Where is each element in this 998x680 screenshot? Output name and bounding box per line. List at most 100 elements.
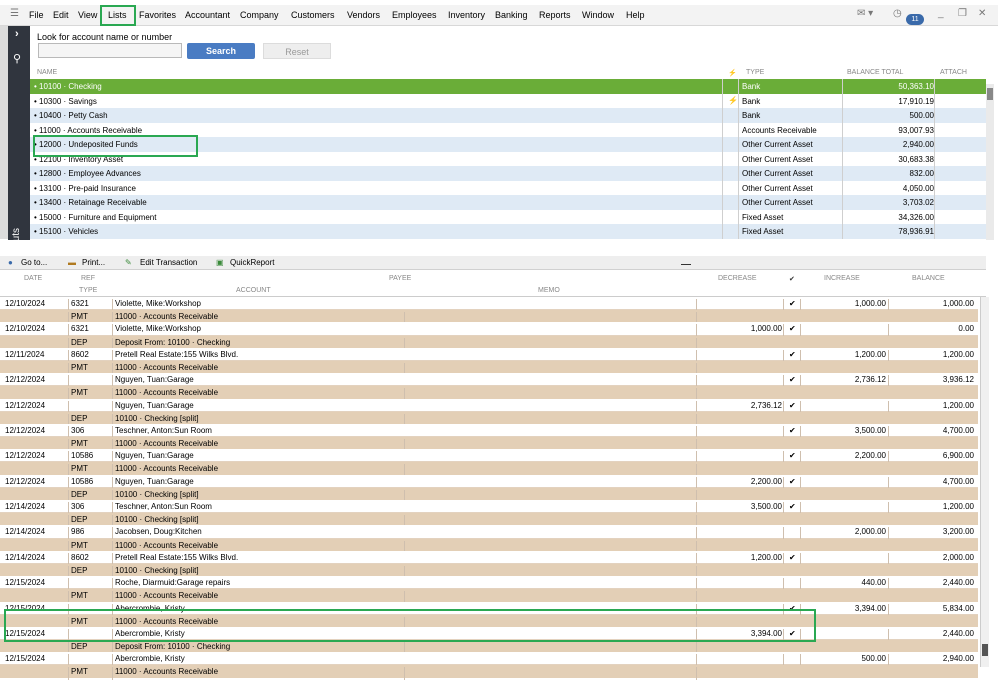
transaction-detail-row[interactable]: DEP 10100 · Checking [split]	[0, 487, 978, 502]
account-row[interactable]: • 13400 · Retainage Receivable Other Curr…	[30, 195, 986, 210]
menu-help[interactable]: Help	[626, 10, 645, 20]
transaction-row[interactable]: 12/12/2024 Nguyen, Tuan:Garage ✔ 2,736.12 3,…	[0, 373, 978, 388]
account-name-text: 15100 · Vehicles	[39, 227, 99, 236]
transaction-detail-row[interactable]: PMT 11000 · Accounts Receivable	[0, 538, 978, 553]
account-row[interactable]: • 13100 · Pre-paid Insurance Other Curren…	[30, 180, 986, 195]
header-payee[interactable]: PAYEE	[389, 275, 411, 282]
cleared-check-icon[interactable]: ✔	[789, 350, 796, 359]
tx-account: 10100 · Checking [split]	[115, 515, 199, 525]
chevron-right-icon[interactable]: ›	[15, 28, 19, 40]
accounts-list: • 10100 · Checking Bank 50,363.10 • 10300 ·…	[30, 79, 986, 239]
cleared-check-icon[interactable]: ✔	[789, 375, 796, 384]
scroll-thumb[interactable]	[982, 644, 988, 656]
transaction-detail-row[interactable]: PMT 11000 · Accounts Receivable	[0, 462, 978, 477]
menu-file[interactable]: File	[29, 10, 44, 20]
account-row[interactable]: • 15100 · Vehicles Fixed Asset 78,936.91	[30, 224, 986, 239]
cleared-check-icon[interactable]: ✔	[789, 451, 796, 460]
transaction-row[interactable]: 12/10/2024 6321 Violette, Mike:Workshop ✔ 1,…	[0, 297, 978, 312]
cleared-check-icon[interactable]: ✔	[789, 553, 796, 562]
menu-edit[interactable]: Edit	[53, 10, 69, 20]
cleared-check-icon[interactable]: ✔	[789, 426, 796, 435]
online-banking-icon[interactable]: ⚡	[728, 96, 738, 105]
header-ref[interactable]: REF	[81, 275, 95, 282]
header-decrease[interactable]: DECREASE	[718, 275, 757, 282]
header-attach[interactable]: ATTACH	[940, 69, 967, 76]
transaction-row[interactable]: 12/14/2024 8602 Pretell Real Estate:155 Wi…	[0, 550, 978, 565]
transaction-row[interactable]: 12/14/2024 986 Jacobsen, Doug:Kitchen 2,000…	[0, 525, 978, 540]
transaction-row[interactable]: 12/12/2024 306 Teschner, Anton:Sun Room ✔ 3,…	[0, 423, 978, 439]
cleared-check-icon[interactable]: ✔	[789, 324, 796, 333]
account-row[interactable]: • 10100 · Checking Bank 50,363.10	[30, 79, 986, 94]
transaction-detail-row[interactable]: DEP Deposit From: 10100 · Checking	[0, 335, 978, 350]
account-row[interactable]: • 10300 · Savings ⚡ Bank 17,910.19	[30, 93, 986, 108]
search-button[interactable]: Search	[187, 43, 255, 59]
cleared-check-icon[interactable]: ✔	[789, 477, 796, 486]
quickreport-button[interactable]: QuickReport	[230, 258, 274, 267]
menu-reports[interactable]: Reports	[539, 10, 571, 20]
notifications-icon[interactable]: ✉ ▾	[857, 8, 873, 19]
edit-transaction-icon[interactable]: ✎	[125, 258, 132, 267]
register-scrollbar[interactable]	[980, 297, 989, 667]
transaction-detail-row[interactable]: PMT 11000 · Accounts Receivable	[0, 437, 978, 452]
account-row[interactable]: • 15000 · Furniture and Equipment Fixed A…	[30, 209, 986, 224]
print-icon[interactable]: ▬	[68, 258, 76, 267]
account-row[interactable]: • 12800 · Employee Advances Other Current…	[30, 166, 986, 181]
menu-window[interactable]: Window	[582, 10, 614, 20]
search-input[interactable]	[38, 43, 182, 58]
transaction-detail-row[interactable]: DEP 10100 · Checking [split]	[0, 513, 978, 528]
cleared-check-icon[interactable]: ✔	[789, 401, 796, 410]
accounts-scrollbar[interactable]	[986, 84, 994, 240]
quickreport-icon[interactable]: ▣	[216, 258, 224, 267]
reminders-icon[interactable]: ◷	[893, 8, 902, 19]
divider-handle[interactable]	[681, 264, 691, 265]
transaction-detail-row[interactable]: PMT 11000 · Accounts Receivable	[0, 360, 978, 376]
menu-customers[interactable]: Customers	[291, 10, 335, 20]
header-type[interactable]: TYPE	[746, 69, 764, 76]
transaction-detail-row[interactable]: DEP 10100 · Checking [split]	[0, 563, 978, 579]
menu-vendors[interactable]: Vendors	[347, 10, 380, 20]
header-memo[interactable]: MEMO	[538, 287, 560, 294]
menu-employees[interactable]: Employees	[392, 10, 437, 20]
transaction-detail-row[interactable]: PMT 11000 · Accounts Receivable	[0, 310, 978, 325]
account-row[interactable]: • 10400 · Petty Cash Bank 500.00	[30, 108, 986, 123]
goto-icon[interactable]: ●	[8, 258, 13, 267]
restore-icon[interactable]: ❐	[958, 8, 967, 19]
header-increase[interactable]: INCREASE	[824, 275, 860, 282]
menu-favorites[interactable]: Favorites	[139, 10, 176, 20]
cleared-check-icon[interactable]: ✔	[789, 299, 796, 308]
shortcuts-label[interactable]: ortcuts	[11, 228, 22, 258]
transaction-row[interactable]: 12/12/2024 10586 Nguyen, Tuan:Garage ✔ 2,200…	[0, 449, 978, 464]
minimize-icon[interactable]: _	[938, 8, 944, 19]
reset-button[interactable]: Reset	[263, 43, 331, 59]
print-button[interactable]: Print...	[82, 258, 105, 267]
transaction-row[interactable]: 12/15/2024 Abercrombie, Kristy 500.00 2,940…	[0, 652, 978, 667]
search-icon[interactable]: ⚲	[13, 52, 21, 65]
transaction-row[interactable]: 12/12/2024 10586 Nguyen, Tuan:Garage 2,200.…	[0, 474, 978, 489]
header-account[interactable]: ACCOUNT	[236, 287, 271, 294]
edit-transaction-button[interactable]: Edit Transaction	[140, 258, 197, 267]
cleared-check-icon[interactable]: ✔	[789, 502, 796, 511]
menu-view[interactable]: View	[78, 10, 97, 20]
transaction-row[interactable]: 12/10/2024 6321 Violette, Mike:Workshop 1,0…	[0, 322, 978, 337]
transaction-row[interactable]: 12/15/2024 Roche, Diarmuid:Garage repairs…	[0, 576, 978, 591]
transaction-row[interactable]: 12/12/2024 Nguyen, Tuan:Garage 2,736.12 ✔ 1,…	[0, 398, 978, 413]
menu-company[interactable]: Company	[240, 10, 279, 20]
app-menu-icon[interactable]: ☰	[10, 8, 19, 19]
goto-button[interactable]: Go to...	[21, 258, 47, 267]
account-name-text: 15000 · Furniture and Equipment	[39, 212, 157, 222]
scroll-thumb[interactable]	[987, 88, 993, 100]
header-name[interactable]: NAME	[37, 69, 57, 76]
transaction-detail-row[interactable]: PMT 11000 · Accounts Receivable	[0, 589, 978, 604]
transaction-detail-row[interactable]: DEP 10100 · Checking [split]	[0, 411, 978, 426]
menu-inventory[interactable]: Inventory	[448, 10, 485, 20]
transaction-row[interactable]: 12/11/2024 8602 Pretell Real Estate:155 Wi…	[0, 347, 978, 362]
header-date[interactable]: DATE	[24, 275, 42, 282]
menu-banking[interactable]: Banking	[495, 10, 528, 20]
transaction-row[interactable]: 12/14/2024 306 Teschner, Anton:Sun Room 3,5…	[0, 500, 978, 515]
menu-accountant[interactable]: Accountant	[185, 10, 230, 20]
close-icon[interactable]: ✕	[978, 8, 986, 19]
header-balance[interactable]: BALANCE TOTAL	[847, 69, 903, 76]
transaction-detail-row[interactable]: PMT 11000 · Accounts Receivable	[0, 386, 978, 401]
header-balance[interactable]: BALANCE	[912, 275, 945, 282]
header-type[interactable]: TYPE	[79, 287, 97, 294]
